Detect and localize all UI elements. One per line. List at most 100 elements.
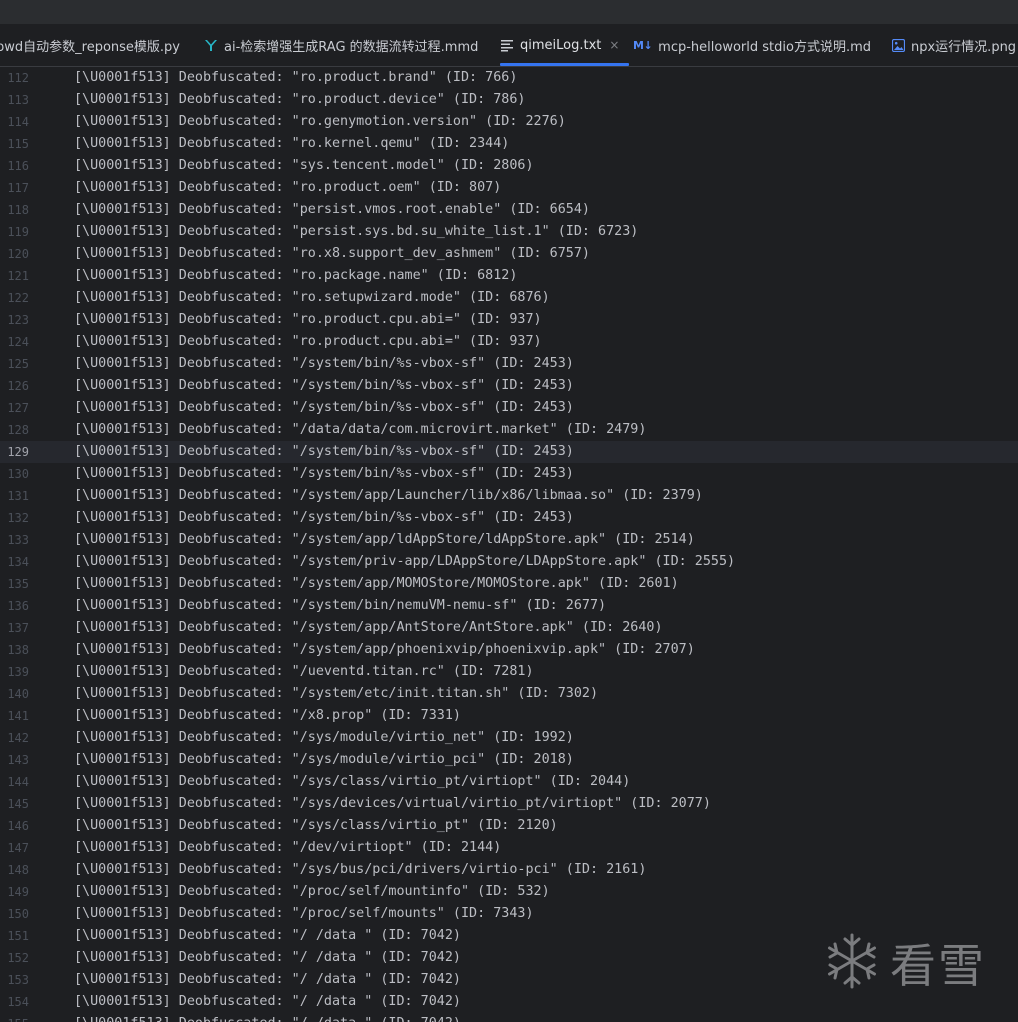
- editor-line[interactable]: 141 [\U0001f513] Deobfuscated: "/x8.prop"…: [0, 705, 1018, 727]
- editor-line[interactable]: 142 [\U0001f513] Deobfuscated: "/sys/modu…: [0, 727, 1018, 749]
- editor-line[interactable]: 147 [\U0001f513] Deobfuscated: "/dev/virt…: [0, 837, 1018, 859]
- line-text[interactable]: [\U0001f513] Deobfuscated: "ro.x8.suppor…: [74, 243, 590, 265]
- editor-line[interactable]: 139 [\U0001f513] Deobfuscated: "/ueventd.…: [0, 661, 1018, 683]
- line-text[interactable]: [\U0001f513] Deobfuscated: "ro.setupwiza…: [74, 287, 550, 309]
- editor-line[interactable]: 136 [\U0001f513] Deobfuscated: "/system/b…: [0, 595, 1018, 617]
- line-text[interactable]: [\U0001f513] Deobfuscated: "ro.product.o…: [74, 177, 501, 199]
- editor-line[interactable]: 124 [\U0001f513] Deobfuscated: "ro.produc…: [0, 331, 1018, 353]
- line-text[interactable]: [\U0001f513] Deobfuscated: "/sys/devices…: [74, 793, 711, 815]
- line-text[interactable]: [\U0001f513] Deobfuscated: "/system/bin/…: [74, 375, 574, 397]
- watermark-text: 看雪: [890, 939, 986, 993]
- line-text[interactable]: [\U0001f513] Deobfuscated: "sys.tencent.…: [74, 155, 534, 177]
- line-text[interactable]: [\U0001f513] Deobfuscated: "persist.vmos…: [74, 199, 590, 221]
- editor-line[interactable]: 127 [\U0001f513] Deobfuscated: "/system/b…: [0, 397, 1018, 419]
- editor-line[interactable]: 112 [\U0001f513] Deobfuscated: "ro.produc…: [0, 67, 1018, 89]
- editor-line[interactable]: 122 [\U0001f513] Deobfuscated: "ro.setupw…: [0, 287, 1018, 309]
- line-text[interactable]: [\U0001f513] Deobfuscated: "/system/bin/…: [74, 507, 574, 529]
- line-text[interactable]: [\U0001f513] Deobfuscated: "/ /data " (I…: [74, 947, 461, 969]
- line-text[interactable]: [\U0001f513] Deobfuscated: "/system/app/…: [74, 639, 695, 661]
- line-text[interactable]: [\U0001f513] Deobfuscated: "/data/data/c…: [74, 419, 646, 441]
- editor-line[interactable]: 120 [\U0001f513] Deobfuscated: "ro.x8.sup…: [0, 243, 1018, 265]
- editor-tab-bar: pwd自动参数_reponse模版.py ai-检索增强生成RAG 的数据流转过…: [0, 24, 1018, 67]
- line-text[interactable]: [\U0001f513] Deobfuscated: "/proc/self/m…: [74, 903, 534, 925]
- editor-line[interactable]: 125 [\U0001f513] Deobfuscated: "/system/b…: [0, 353, 1018, 375]
- line-text[interactable]: [\U0001f513] Deobfuscated: "/system/bin/…: [74, 463, 574, 485]
- tab-mermaid-file[interactable]: ai-检索增强生成RAG 的数据流转过程.mmd: [204, 24, 478, 66]
- tab-markdown-file[interactable]: M↓ mcp-helloworld stdio方式说明.md: [633, 24, 871, 66]
- line-text[interactable]: [\U0001f513] Deobfuscated: "/sys/class/v…: [74, 771, 630, 793]
- line-text[interactable]: [\U0001f513] Deobfuscated: "/proc/self/m…: [74, 881, 550, 903]
- editor-line[interactable]: 123 [\U0001f513] Deobfuscated: "ro.produc…: [0, 309, 1018, 331]
- editor-line[interactable]: 118 [\U0001f513] Deobfuscated: "persist.v…: [0, 199, 1018, 221]
- editor-line[interactable]: 119 [\U0001f513] Deobfuscated: "persist.s…: [0, 221, 1018, 243]
- line-number: 143: [7, 753, 29, 767]
- editor-line[interactable]: 126 [\U0001f513] Deobfuscated: "/system/b…: [0, 375, 1018, 397]
- line-text[interactable]: [\U0001f513] Deobfuscated: "/dev/virtiop…: [74, 837, 501, 859]
- line-number: 116: [7, 159, 29, 173]
- editor-line[interactable]: 114 [\U0001f513] Deobfuscated: "ro.genymo…: [0, 111, 1018, 133]
- line-text[interactable]: [\U0001f513] Deobfuscated: "persist.sys.…: [74, 221, 638, 243]
- editor-line[interactable]: 116 [\U0001f513] Deobfuscated: "sys.tence…: [0, 155, 1018, 177]
- line-text[interactable]: [\U0001f513] Deobfuscated: "/ /data " (I…: [74, 925, 461, 947]
- editor-line[interactable]: 134 [\U0001f513] Deobfuscated: "/system/p…: [0, 551, 1018, 573]
- editor-line[interactable]: 135 [\U0001f513] Deobfuscated: "/system/a…: [0, 573, 1018, 595]
- editor-line[interactable]: 133 [\U0001f513] Deobfuscated: "/system/a…: [0, 529, 1018, 551]
- line-text[interactable]: [\U0001f513] Deobfuscated: "ro.product.c…: [74, 331, 542, 353]
- line-number: 132: [7, 511, 29, 525]
- line-text[interactable]: [\U0001f513] Deobfuscated: "/system/bin/…: [74, 441, 574, 463]
- editor-line[interactable]: 121 [\U0001f513] Deobfuscated: "ro.packag…: [0, 265, 1018, 287]
- line-text[interactable]: [\U0001f513] Deobfuscated: "/system/etc/…: [74, 683, 598, 705]
- line-text[interactable]: [\U0001f513] Deobfuscated: "/ /data " (I…: [74, 1013, 461, 1022]
- line-text[interactable]: [\U0001f513] Deobfuscated: "/sys/bus/pci…: [74, 859, 646, 881]
- editor-line[interactable]: 146 [\U0001f513] Deobfuscated: "/sys/clas…: [0, 815, 1018, 837]
- line-number: 139: [7, 665, 29, 679]
- line-text[interactable]: [\U0001f513] Deobfuscated: "/system/app/…: [74, 485, 703, 507]
- editor-line[interactable]: 138 [\U0001f513] Deobfuscated: "/system/a…: [0, 639, 1018, 661]
- line-text[interactable]: [\U0001f513] Deobfuscated: "/system/priv…: [74, 551, 735, 573]
- line-text[interactable]: [\U0001f513] Deobfuscated: "ro.product.b…: [74, 67, 517, 89]
- editor-line[interactable]: 130 [\U0001f513] Deobfuscated: "/system/b…: [0, 463, 1018, 485]
- editor-line[interactable]: 117 [\U0001f513] Deobfuscated: "ro.produc…: [0, 177, 1018, 199]
- editor-line[interactable]: 149 [\U0001f513] Deobfuscated: "/proc/sel…: [0, 881, 1018, 903]
- editor-line[interactable]: 131 [\U0001f513] Deobfuscated: "/system/a…: [0, 485, 1018, 507]
- editor-line[interactable]: 144 [\U0001f513] Deobfuscated: "/sys/clas…: [0, 771, 1018, 793]
- line-text[interactable]: [\U0001f513] Deobfuscated: "/sys/module/…: [74, 749, 574, 771]
- line-text[interactable]: [\U0001f513] Deobfuscated: "ro.kernel.qe…: [74, 133, 509, 155]
- line-text[interactable]: [\U0001f513] Deobfuscated: "ro.package.n…: [74, 265, 517, 287]
- line-text[interactable]: [\U0001f513] Deobfuscated: "/system/app/…: [74, 529, 695, 551]
- editor-line[interactable]: 145 [\U0001f513] Deobfuscated: "/sys/devi…: [0, 793, 1018, 815]
- tab-image-file[interactable]: npx运行情况.png: [892, 24, 1016, 66]
- line-text[interactable]: [\U0001f513] Deobfuscated: "/x8.prop" (I…: [74, 705, 461, 727]
- editor-line[interactable]: 129 [\U0001f513] Deobfuscated: "/system/b…: [0, 441, 1018, 463]
- editor-line[interactable]: 113 [\U0001f513] Deobfuscated: "ro.produc…: [0, 89, 1018, 111]
- editor-line[interactable]: 143 [\U0001f513] Deobfuscated: "/sys/modu…: [0, 749, 1018, 771]
- line-text[interactable]: [\U0001f513] Deobfuscated: "/ueventd.tit…: [74, 661, 534, 683]
- editor-line[interactable]: 115 [\U0001f513] Deobfuscated: "ro.kernel…: [0, 133, 1018, 155]
- line-text[interactable]: [\U0001f513] Deobfuscated: "/system/bin/…: [74, 595, 606, 617]
- tab-python-file[interactable]: pwd自动参数_reponse模版.py: [0, 24, 180, 66]
- line-text[interactable]: [\U0001f513] Deobfuscated: "/sys/class/v…: [74, 815, 558, 837]
- editor-line[interactable]: 148 [\U0001f513] Deobfuscated: "/sys/bus/…: [0, 859, 1018, 881]
- editor-line[interactable]: 137 [\U0001f513] Deobfuscated: "/system/a…: [0, 617, 1018, 639]
- line-text[interactable]: [\U0001f513] Deobfuscated: "ro.product.d…: [74, 89, 525, 111]
- line-number: 135: [7, 577, 29, 591]
- text-editor[interactable]: 112 [\U0001f513] Deobfuscated: "ro.produc…: [0, 67, 1018, 1022]
- close-icon[interactable]: ×: [609, 38, 619, 52]
- line-text[interactable]: [\U0001f513] Deobfuscated: "/system/bin/…: [74, 353, 574, 375]
- line-text[interactable]: [\U0001f513] Deobfuscated: "ro.product.c…: [74, 309, 542, 331]
- line-text[interactable]: [\U0001f513] Deobfuscated: "/system/app/…: [74, 573, 679, 595]
- editor-line[interactable]: 128 [\U0001f513] Deobfuscated: "/data/dat…: [0, 419, 1018, 441]
- editor-line[interactable]: 140 [\U0001f513] Deobfuscated: "/system/e…: [0, 683, 1018, 705]
- line-number: 147: [7, 841, 29, 855]
- line-text[interactable]: [\U0001f513] Deobfuscated: "ro.genymotio…: [74, 111, 566, 133]
- tab-text-file[interactable]: qimeiLog.txt ×: [500, 24, 630, 66]
- line-text[interactable]: [\U0001f513] Deobfuscated: "/system/bin/…: [74, 397, 574, 419]
- editor-line[interactable]: 150 [\U0001f513] Deobfuscated: "/proc/sel…: [0, 903, 1018, 925]
- line-text[interactable]: [\U0001f513] Deobfuscated: "/ /data " (I…: [74, 969, 461, 991]
- line-number: 124: [7, 335, 29, 349]
- line-text[interactable]: [\U0001f513] Deobfuscated: "/sys/module/…: [74, 727, 574, 749]
- editor-line[interactable]: 132 [\U0001f513] Deobfuscated: "/system/b…: [0, 507, 1018, 529]
- line-text[interactable]: [\U0001f513] Deobfuscated: "/system/app/…: [74, 617, 663, 639]
- line-text[interactable]: [\U0001f513] Deobfuscated: "/ /data " (I…: [74, 991, 461, 1013]
- editor-line[interactable]: 155 [\U0001f513] Deobfuscated: "/ /data "…: [0, 1013, 1018, 1022]
